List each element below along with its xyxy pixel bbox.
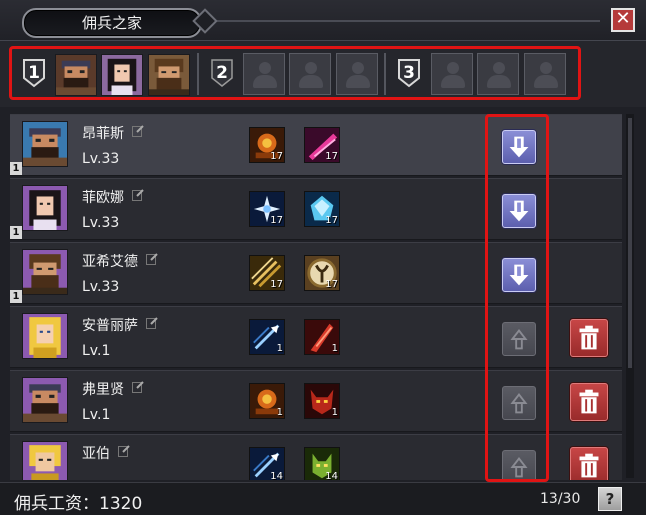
skill-count: 17	[270, 215, 283, 226]
skill-count: 17	[325, 215, 338, 226]
skill-count: 1	[276, 407, 283, 418]
dismiss-button[interactable]	[570, 319, 608, 357]
team-badge: 1	[10, 226, 22, 239]
mercenary-avatar	[22, 313, 68, 359]
help-button[interactable]: ?	[598, 487, 622, 511]
mercenary-level: Lv.33	[82, 151, 120, 167]
mercenary-name: 亚希艾德	[82, 254, 138, 270]
skill-slot[interactable]: 1	[304, 319, 340, 355]
edit-name-icon[interactable]	[118, 445, 130, 457]
mercenary-count: 13/30	[540, 491, 581, 507]
team-highlight-box	[9, 46, 581, 100]
mercenary-avatar	[22, 441, 68, 480]
mercenary-name: 弗里贤	[82, 382, 124, 398]
mercenary-level: Lv.1	[82, 407, 111, 423]
skill-count: 14	[270, 471, 283, 480]
dark-hair-woman-portrait	[23, 186, 67, 230]
skill-count: 17	[325, 279, 338, 290]
skill-slot[interactable]: 17	[304, 127, 340, 163]
brown-hair-warrior-portrait	[23, 250, 67, 294]
trash-icon	[579, 453, 599, 478]
skill-slot[interactable]: 1	[249, 319, 285, 355]
skill-count: 14	[325, 471, 338, 480]
skill-slot[interactable]: 17	[249, 255, 285, 291]
mercenary-name: 菲欧娜	[82, 190, 124, 206]
skill-count: 1	[276, 343, 283, 354]
title-tab: 佣兵之家	[22, 8, 202, 38]
skill-slot[interactable]: 17	[304, 255, 340, 291]
edit-name-icon[interactable]	[132, 381, 144, 393]
mercenary-name: 昂菲斯	[82, 126, 124, 142]
skill-slot[interactable]: 17	[249, 127, 285, 163]
skill-count: 1	[331, 343, 338, 354]
skill-slot[interactable]: 17	[249, 191, 285, 227]
skill-slot[interactable]: 17	[304, 191, 340, 227]
skill-slot[interactable]: 1	[304, 383, 340, 419]
mercenary-avatar	[22, 249, 68, 295]
trash-icon	[579, 325, 599, 350]
scrollbar-thumb[interactable]	[628, 118, 632, 368]
skill-count: 17	[325, 151, 338, 162]
team-badge: 1	[10, 162, 22, 175]
mercenary-name: 安普丽萨	[82, 318, 138, 334]
bearded-warrior-portrait	[23, 122, 67, 166]
edit-name-icon[interactable]	[132, 125, 144, 137]
mercenary-wage: 佣兵工资：1320	[14, 494, 143, 514]
mercenary-avatar	[22, 121, 68, 167]
window-title: 佣兵之家	[81, 14, 142, 32]
skill-slot[interactable]: 1	[249, 383, 285, 419]
mercenary-avatar	[22, 377, 68, 423]
action-buttons-highlight-box	[485, 114, 549, 482]
bearded-warrior-portrait	[23, 378, 67, 422]
skill-count: 1	[331, 407, 338, 418]
team-badge: 1	[10, 290, 22, 303]
blonde-man-portrait	[23, 442, 67, 480]
skill-count: 17	[270, 151, 283, 162]
edit-name-icon[interactable]	[146, 253, 158, 265]
edit-name-icon[interactable]	[146, 317, 158, 329]
skill-slot[interactable]: 14	[304, 447, 340, 480]
edit-name-icon[interactable]	[132, 189, 144, 201]
skill-count: 17	[270, 279, 283, 290]
close-button[interactable]: ✕	[611, 8, 635, 32]
dismiss-button[interactable]	[570, 447, 608, 480]
dismiss-button[interactable]	[570, 383, 608, 421]
blonde-woman-portrait	[23, 314, 67, 358]
mercenary-avatar	[22, 185, 68, 231]
mercenary-level: Lv.33	[82, 279, 120, 295]
skill-slot[interactable]: 14	[249, 447, 285, 480]
trash-icon	[579, 389, 599, 414]
mercenary-level: Lv.33	[82, 215, 120, 231]
mercenary-level: Lv.1	[82, 343, 111, 359]
title-divider	[200, 20, 600, 22]
mercenary-name: 亚伯	[82, 446, 110, 462]
